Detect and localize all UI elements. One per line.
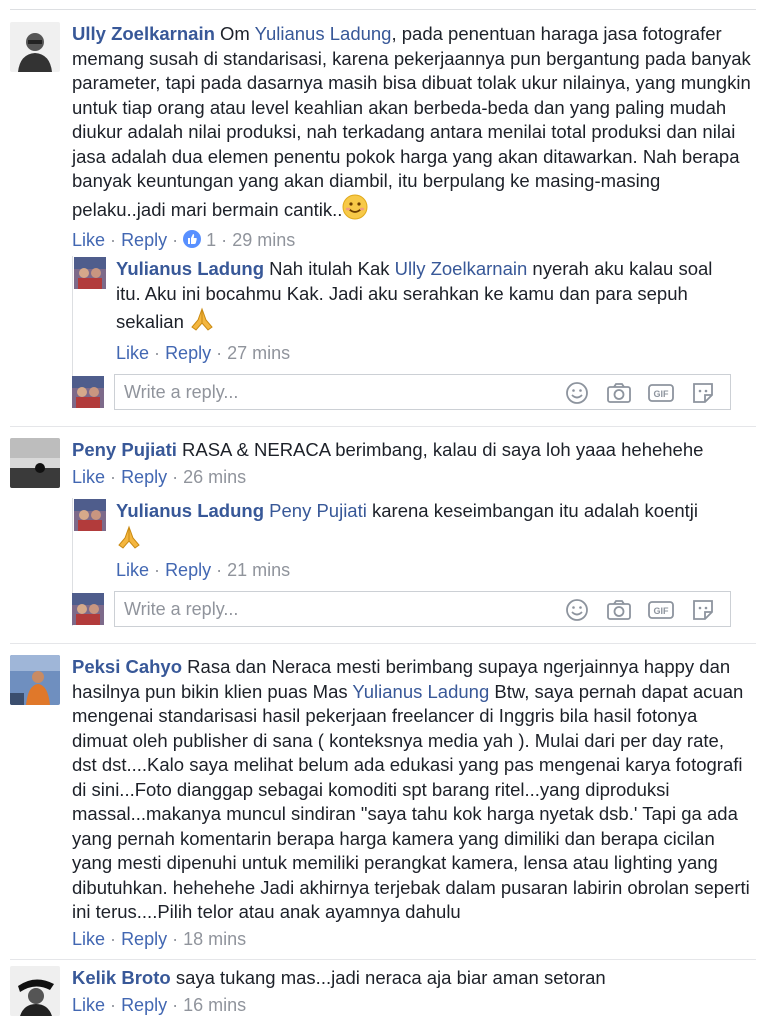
comment-text: Ully Zoelkarnain Om Yulianus Ladung, pad… (72, 22, 752, 226)
reply-actions: Like · Reply · 27 mins (116, 342, 291, 363)
svg-text:GIF: GIF (654, 606, 670, 616)
comment-actions: Like · Reply · 1 · 29 mins (72, 230, 296, 250)
comment-author[interactable]: Peksi Cahyo (72, 656, 182, 677)
avatar[interactable] (10, 655, 60, 705)
avatar[interactable] (10, 22, 60, 72)
mention-link[interactable]: Peny Pujiati (269, 500, 367, 521)
timestamp[interactable]: 16 mins (183, 995, 246, 1015)
timestamp[interactable]: 27 mins (227, 343, 290, 363)
comment-text: Peksi Cahyo Rasa dan Neraca mesti berimb… (72, 656, 750, 922)
mention-link[interactable]: Ully Zoelkarnain (395, 258, 528, 279)
mention-link[interactable]: Yulianus Ladung (352, 681, 489, 702)
smile-emoji-icon (342, 194, 368, 227)
comment-actions: Like · Reply · 26 mins (72, 466, 247, 487)
reply-button[interactable]: Reply (121, 995, 167, 1015)
reply-author[interactable]: Yulianus Ladung (116, 500, 264, 521)
mention-link[interactable]: Yulianus Ladung (255, 23, 392, 44)
comment-author[interactable]: Ully Zoelkarnain (72, 23, 215, 44)
like-button[interactable]: Like (116, 343, 149, 363)
like-button[interactable]: Like (72, 995, 105, 1015)
like-button[interactable]: Like (72, 929, 105, 949)
reply-author[interactable]: Yulianus Ladung (116, 258, 264, 279)
camera-icon[interactable] (604, 597, 634, 623)
reply-button[interactable]: Reply (165, 343, 211, 363)
comment-actions: Like · Reply · 18 mins (72, 928, 247, 949)
reply-placeholder: Write a reply... (124, 599, 239, 619)
reply-button[interactable]: Reply (121, 467, 167, 487)
reaction-count[interactable]: 1 (206, 230, 216, 250)
like-reaction-icon[interactable] (183, 230, 202, 248)
comment-text: Kelik Broto saya tukang mas...jadi nerac… (72, 967, 606, 988)
reply-input[interactable]: Write a reply... GIF (114, 591, 731, 627)
avatar[interactable] (10, 438, 60, 488)
reply-button[interactable]: Reply (165, 560, 211, 580)
sticker-icon[interactable] (688, 597, 718, 623)
current-user-avatar (72, 376, 104, 408)
timestamp[interactable]: 21 mins (227, 560, 290, 580)
reply-button[interactable]: Reply (121, 929, 167, 949)
current-user-avatar (72, 593, 104, 625)
avatar[interactable] (74, 499, 106, 531)
gif-icon[interactable]: GIF (646, 597, 676, 623)
praying-hands-emoji-icon (189, 306, 215, 339)
comment-author[interactable]: Kelik Broto (72, 967, 171, 988)
like-button[interactable]: Like (72, 467, 105, 487)
comment-author[interactable]: Peny Pujiati (72, 439, 177, 460)
reply-text: Yulianus Ladung Nah itulah Kak Ully Zoel… (116, 257, 736, 339)
emoji-icon[interactable] (562, 597, 592, 623)
sticker-icon[interactable] (688, 380, 718, 406)
avatar[interactable] (74, 257, 106, 289)
comment-divider (10, 426, 756, 427)
gif-icon[interactable]: GIF (646, 380, 676, 406)
reply-input[interactable]: Write a reply... GIF (114, 374, 731, 410)
svg-text:GIF: GIF (654, 389, 670, 399)
comment-divider (10, 959, 756, 960)
timestamp[interactable]: 26 mins (183, 467, 246, 487)
like-button[interactable]: Like (116, 560, 149, 580)
reply-actions: Like · Reply · 21 mins (116, 560, 291, 580)
reply-placeholder: Write a reply... (124, 382, 239, 402)
praying-hands-emoji-icon (116, 524, 142, 557)
timestamp[interactable]: 18 mins (183, 929, 246, 949)
emoji-icon[interactable] (562, 380, 592, 406)
timestamp[interactable]: 29 mins (232, 230, 295, 250)
comment-actions: Like · Reply · 16 mins (72, 994, 247, 1015)
avatar[interactable] (10, 966, 60, 1016)
comment-divider (10, 643, 756, 644)
top-divider (10, 9, 756, 10)
camera-icon[interactable] (604, 380, 634, 406)
comment-text: Peny Pujiati RASA & NERACA berimbang, ka… (72, 439, 704, 460)
like-button[interactable]: Like (72, 230, 105, 250)
reply-text: Yulianus Ladung Peny Pujiati karena kese… (116, 499, 736, 556)
reply-button[interactable]: Reply (121, 230, 167, 250)
